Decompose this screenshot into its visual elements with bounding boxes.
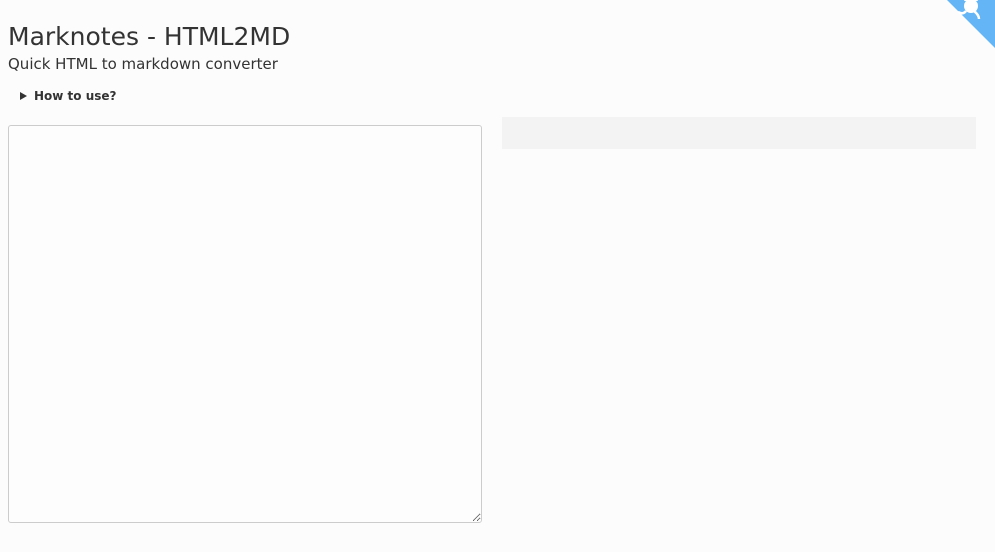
- page: Marknotes - HTML2MD Quick HTML to markdo…: [0, 0, 995, 552]
- triangle-right-icon: [20, 92, 27, 100]
- page-subtitle: Quick HTML to markdown converter: [8, 55, 278, 73]
- how-to-use-label: How to use?: [34, 89, 117, 103]
- github-corner-link[interactable]: [935, 0, 995, 48]
- how-to-use-toggle[interactable]: How to use?: [20, 86, 117, 106]
- github-octocat-icon: [947, 0, 995, 48]
- page-title: Marknotes - HTML2MD: [8, 22, 291, 51]
- markdown-output: [502, 117, 976, 149]
- html-input-textarea[interactable]: [8, 125, 482, 523]
